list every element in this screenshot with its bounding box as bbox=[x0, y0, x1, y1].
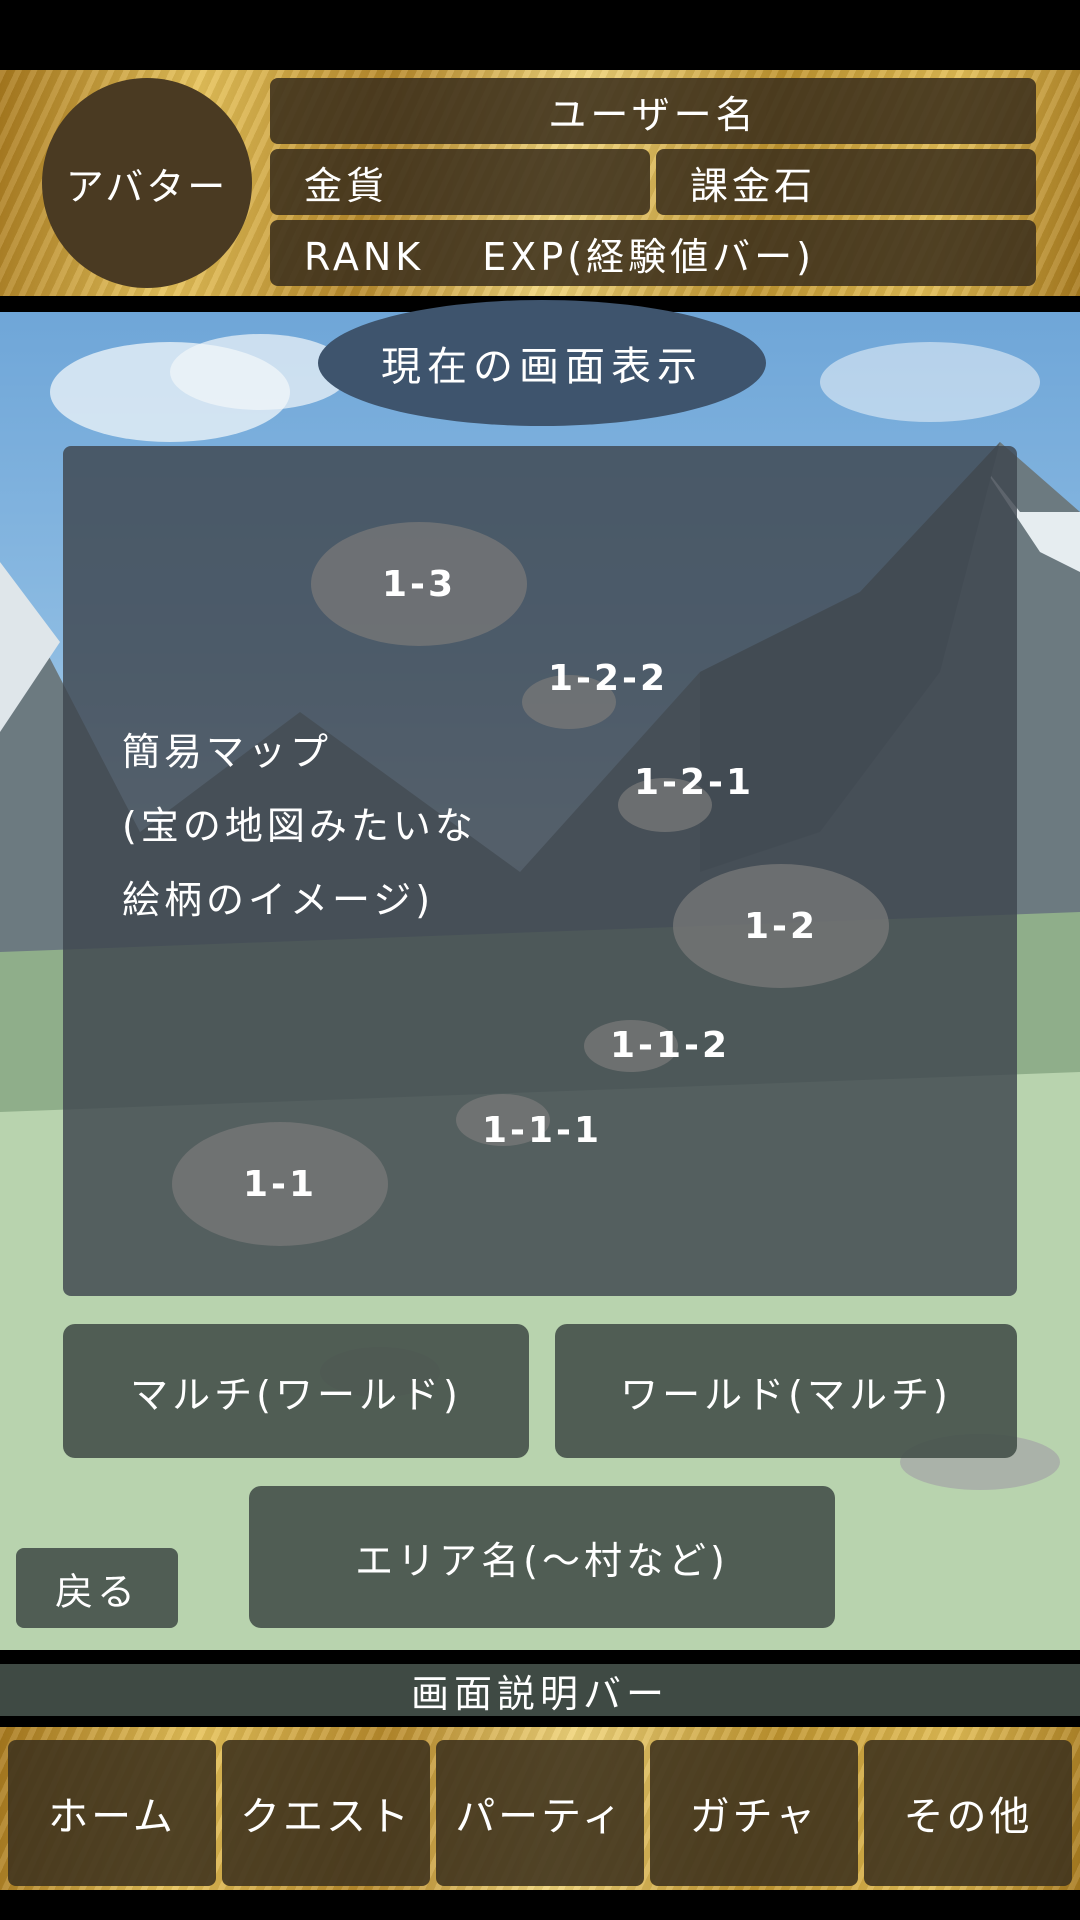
nav-gacha[interactable]: ガチャ bbox=[650, 1740, 858, 1886]
gold-box: 金貨 bbox=[270, 149, 650, 215]
nav-party[interactable]: パーティ bbox=[436, 1740, 644, 1886]
avatar[interactable]: アバター bbox=[42, 78, 252, 288]
avatar-label: アバター bbox=[65, 164, 229, 209]
back-label: 戻る bbox=[54, 1569, 139, 1614]
premium-stone-label: 課金石 bbox=[690, 163, 817, 208]
world-multi-button[interactable]: ワールド(マルチ) bbox=[555, 1324, 1017, 1458]
stage-label-1-2-1: 1-2-1 bbox=[634, 762, 755, 803]
nav-home-label: ホーム bbox=[48, 1794, 176, 1840]
world-multi-label: ワールド(マルチ) bbox=[620, 1372, 952, 1417]
map-note-line-2: (宝の地図みたいな bbox=[122, 804, 477, 848]
nav-gacha-label: ガチャ bbox=[689, 1794, 819, 1840]
nav-quest-label: クエスト bbox=[240, 1794, 412, 1840]
rank-exp-label: RANK EXP(経験値バー) bbox=[304, 234, 815, 279]
gold-label: 金貨 bbox=[304, 163, 389, 208]
map-note-line-1: 簡易マップ bbox=[122, 730, 333, 774]
screen-title-label: 現在の画面表示 bbox=[381, 344, 703, 390]
nav-quest[interactable]: クエスト bbox=[222, 1740, 430, 1886]
username-box: ユーザー名 bbox=[270, 78, 1036, 144]
description-bar-label: 画面説明バー bbox=[410, 1671, 669, 1716]
stage-node-1-1[interactable]: 1-1 bbox=[172, 1122, 388, 1246]
stage-label-1-2: 1-2 bbox=[743, 905, 819, 947]
nav-party-label: パーティ bbox=[455, 1794, 625, 1840]
stage-label-1-3: 1-3 bbox=[381, 563, 457, 605]
back-button[interactable]: 戻る bbox=[16, 1548, 178, 1628]
rank-exp-box: RANK EXP(経験値バー) bbox=[270, 220, 1036, 286]
stage-label-1-1-1: 1-1-1 bbox=[482, 1110, 603, 1151]
stage-node-1-2[interactable]: 1-2 bbox=[673, 864, 889, 988]
stage-node-1-3[interactable]: 1-3 bbox=[311, 522, 527, 646]
area-name-label: エリア名(～村など) bbox=[355, 1538, 729, 1583]
nav-home[interactable]: ホーム bbox=[8, 1740, 216, 1886]
multi-world-label: マルチ(ワールド) bbox=[130, 1372, 462, 1417]
stage-label-1-1: 1-1 bbox=[242, 1163, 318, 1205]
area-name-button[interactable]: エリア名(～村など) bbox=[249, 1486, 835, 1628]
nav-other[interactable]: その他 bbox=[864, 1740, 1072, 1886]
nav-other-label: その他 bbox=[903, 1794, 1033, 1840]
description-bar: 画面説明バー bbox=[0, 1664, 1080, 1716]
map-note: 簡易マップ (宝の地図みたいな 絵柄のイメージ) bbox=[122, 715, 582, 937]
multi-world-button[interactable]: マルチ(ワールド) bbox=[63, 1324, 529, 1458]
stage-label-1-2-2: 1-2-2 bbox=[548, 658, 669, 699]
map-note-line-3: 絵柄のイメージ) bbox=[122, 878, 435, 922]
username-label: ユーザー名 bbox=[548, 92, 758, 137]
premium-stone-box: 課金石 bbox=[656, 149, 1036, 215]
stage-label-1-1-2: 1-1-2 bbox=[610, 1025, 731, 1066]
screen-title: 現在の画面表示 bbox=[318, 300, 766, 426]
